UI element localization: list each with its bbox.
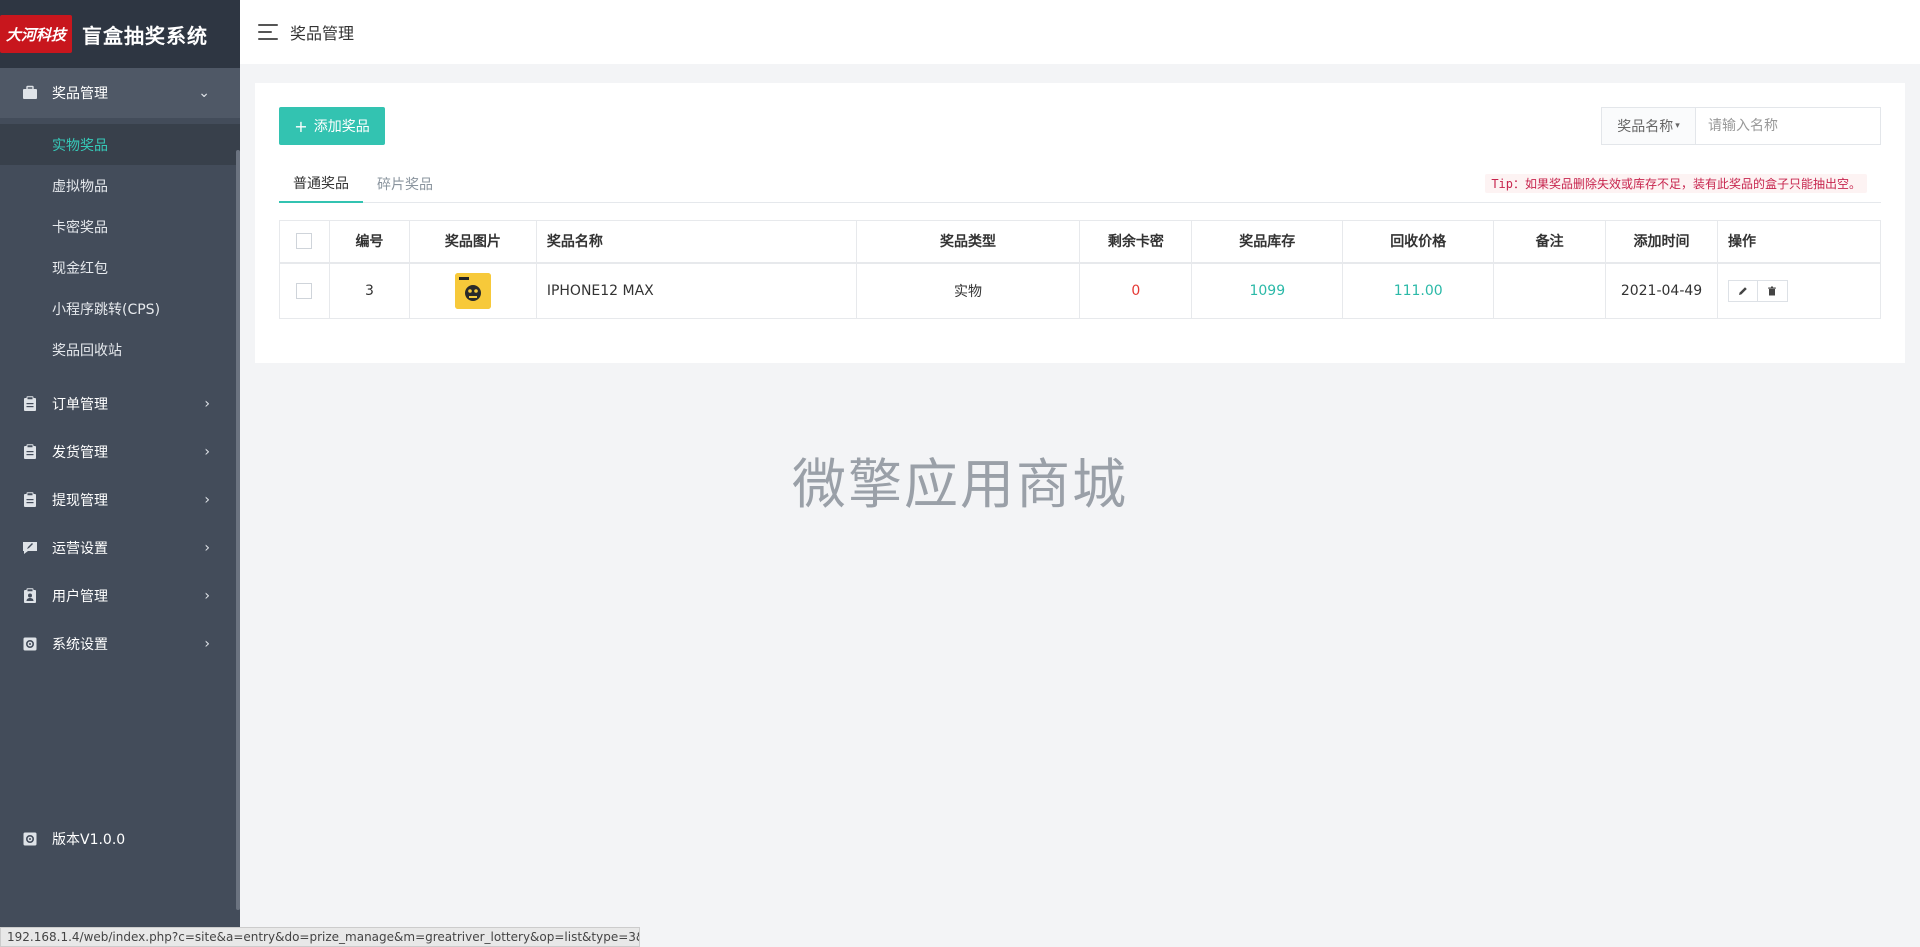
menu-system-settings[interactable]: 系统设置 › bbox=[0, 620, 240, 668]
trash-icon bbox=[1768, 286, 1777, 296]
pencil-icon bbox=[1738, 286, 1747, 295]
clipboard-icon bbox=[22, 396, 38, 412]
brand: 大河科技 盲盒抽奖系统 bbox=[0, 0, 240, 68]
caret-down-icon: ▾ bbox=[1675, 121, 1680, 131]
sub-item-prize-recycle-bin[interactable]: 奖品回收站 bbox=[0, 329, 240, 370]
menu-operation-settings[interactable]: 运营设置 › bbox=[0, 524, 240, 572]
sub-item-cash-redpacket[interactable]: 现金红包 bbox=[0, 247, 240, 288]
menu-group-prizes: 奖品管理 ⌄ 实物奖品 虚拟物品 卡密奖品 现金红包 小程序跳转(CPS) 奖品… bbox=[0, 68, 240, 376]
cell-added-time: 2021-04-49 bbox=[1605, 262, 1718, 319]
status-bar-url: 192.168.1.4/web/index.php?c=site&a=entry… bbox=[0, 927, 640, 947]
chevron-down-icon: ⌄ bbox=[198, 85, 210, 101]
brand-logo: 大河科技 bbox=[0, 15, 72, 53]
clipboard-icon bbox=[22, 444, 38, 460]
topbar: 奖品管理 bbox=[240, 0, 1920, 64]
header-recycle-price: 回收价格 bbox=[1342, 220, 1495, 264]
cell-image bbox=[408, 262, 537, 319]
product-thumbnail[interactable] bbox=[454, 272, 491, 309]
menu-label: 提现管理 bbox=[52, 493, 108, 509]
search-field-select[interactable]: 奖品名称 ▾ bbox=[1602, 108, 1696, 144]
table-row: 3 IPHONE12 MAX 实物 0 1099 111.00 2021-04-… bbox=[279, 262, 1882, 319]
page-title: 奖品管理 bbox=[290, 24, 355, 43]
chevron-right-icon: › bbox=[204, 636, 210, 652]
menu-shipping-management[interactable]: 发货管理 › bbox=[0, 428, 240, 476]
menu-label: 用户管理 bbox=[52, 589, 108, 605]
header-id: 编号 bbox=[328, 220, 410, 264]
header-remaining-cards: 剩余卡密 bbox=[1079, 220, 1193, 264]
menu-order-management[interactable]: 订单管理 › bbox=[0, 380, 240, 428]
tab-fragment-prizes[interactable]: 碎片奖品 bbox=[363, 165, 447, 203]
add-prize-button[interactable]: + 添加奖品 bbox=[279, 107, 385, 145]
header-name: 奖品名称 bbox=[535, 220, 857, 264]
header-select-all bbox=[279, 220, 330, 264]
tab-normal-prizes[interactable]: 普通奖品 bbox=[279, 165, 363, 203]
sub-item-virtual-items[interactable]: 虚拟物品 bbox=[0, 165, 240, 206]
search-group: 奖品名称 ▾ bbox=[1601, 107, 1881, 145]
header-note: 备注 bbox=[1493, 220, 1607, 264]
sub-item-card-prizes[interactable]: 卡密奖品 bbox=[0, 206, 240, 247]
gear-icon bbox=[22, 831, 38, 847]
sub-item-physical-prizes[interactable]: 实物奖品 bbox=[0, 124, 240, 165]
submenu: 实物奖品 虚拟物品 卡密奖品 现金红包 小程序跳转(CPS) 奖品回收站 bbox=[0, 118, 240, 376]
plus-icon: + bbox=[294, 116, 308, 136]
edit-button[interactable] bbox=[1727, 279, 1758, 302]
table-header-row: 编号 奖品图片 奖品名称 奖品类型 剩余卡密 奖品库存 回收价格 备注 添加时间… bbox=[279, 220, 1882, 264]
clipboard-icon bbox=[22, 492, 38, 508]
menu-prize-management[interactable]: 奖品管理 ⌄ bbox=[0, 68, 240, 118]
prize-table: 编号 奖品图片 奖品名称 奖品类型 剩余卡密 奖品库存 回收价格 备注 添加时间… bbox=[279, 220, 1882, 319]
cell-type: 实物 bbox=[855, 262, 1081, 319]
header-type: 奖品类型 bbox=[855, 220, 1081, 264]
watermark: 微擎应用商城 bbox=[792, 453, 1128, 516]
menu-toggle-icon[interactable] bbox=[258, 24, 278, 40]
chat-edit-icon bbox=[22, 540, 38, 556]
menu-label: 发货管理 bbox=[52, 445, 108, 461]
cell-name: IPHONE12 MAX bbox=[535, 262, 857, 319]
cell-note bbox=[1493, 262, 1607, 319]
menu-label: 运营设置 bbox=[52, 541, 108, 557]
briefcase-icon bbox=[22, 85, 38, 101]
header-added-time: 添加时间 bbox=[1605, 220, 1718, 264]
chevron-right-icon: › bbox=[204, 396, 210, 412]
cell-id: 3 bbox=[328, 262, 410, 319]
chevron-right-icon: › bbox=[204, 492, 210, 508]
header-image: 奖品图片 bbox=[408, 220, 537, 264]
cell-stock: 1099 bbox=[1191, 262, 1344, 319]
sidebar: 大河科技 盲盒抽奖系统 奖品管理 ⌄ 实物奖品 虚拟物品 卡密奖品 现金红包 小… bbox=[0, 0, 240, 947]
select-all-checkbox[interactable] bbox=[296, 233, 313, 250]
chevron-right-icon: › bbox=[204, 444, 210, 460]
row-checkbox[interactable] bbox=[296, 282, 313, 299]
version-label: 版本V1.0.0 bbox=[52, 832, 126, 848]
row-select-cell bbox=[279, 262, 330, 319]
header-stock: 奖品库存 bbox=[1191, 220, 1344, 264]
delete-button[interactable] bbox=[1757, 279, 1788, 302]
cell-recycle-price: 111.00 bbox=[1342, 262, 1495, 319]
menu-label: 奖品管理 bbox=[52, 86, 108, 102]
menu-withdraw-management[interactable]: 提现管理 › bbox=[0, 476, 240, 524]
user-badge-icon bbox=[22, 588, 38, 604]
menu-label: 系统设置 bbox=[52, 637, 108, 653]
add-prize-label: 添加奖品 bbox=[313, 119, 370, 135]
brand-title: 盲盒抽奖系统 bbox=[82, 23, 208, 48]
cell-remaining-cards: 0 bbox=[1079, 262, 1193, 319]
main-panel: + 添加奖品 奖品名称▾ 普通奖品 碎片奖品 Tip：如果奖品删除失效或库存不足… bbox=[255, 83, 1905, 363]
chevron-right-icon: › bbox=[204, 540, 210, 556]
sub-item-miniprogram-cps[interactable]: 小程序跳转(CPS) bbox=[0, 288, 240, 329]
header-actions: 操作 bbox=[1716, 220, 1882, 264]
menu-version[interactable]: 版本V1.0.0 bbox=[0, 815, 236, 863]
tip-text: Tip：如果奖品删除失效或库存不足，装有此奖品的盒子只能抽出空。 bbox=[1485, 174, 1867, 193]
chevron-right-icon: › bbox=[204, 588, 210, 604]
menu-label: 订单管理 bbox=[52, 397, 108, 413]
gear-icon bbox=[22, 636, 38, 652]
action-buttons bbox=[1727, 279, 1880, 302]
search-input[interactable] bbox=[1696, 108, 1880, 144]
sidebar-scrollbar[interactable] bbox=[236, 150, 240, 910]
search-field-label: 奖品名称 bbox=[1617, 119, 1674, 135]
prize-tabs: 普通奖品 碎片奖品 Tip：如果奖品删除失效或库存不足，装有此奖品的盒子只能抽出… bbox=[279, 165, 1881, 203]
cell-actions bbox=[1716, 262, 1882, 319]
menu-user-management[interactable]: 用户管理 › bbox=[0, 572, 240, 620]
